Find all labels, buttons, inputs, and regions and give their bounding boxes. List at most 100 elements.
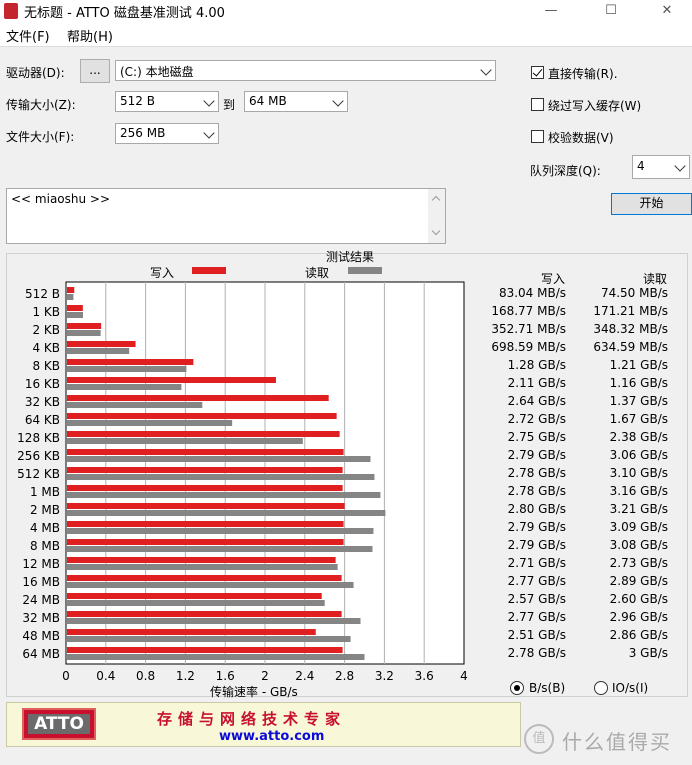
read-bar xyxy=(67,384,182,390)
y-tick-label: 48 MB xyxy=(22,629,60,643)
write-bar xyxy=(67,413,337,419)
write-value: 2.77 GB/s xyxy=(507,610,566,624)
read-bar xyxy=(67,618,361,624)
read-bar xyxy=(67,312,84,318)
x-tick-label: 4 xyxy=(460,669,468,683)
read-bar xyxy=(67,636,351,642)
read-value: 634.59 MB/s xyxy=(593,340,668,354)
read-bar xyxy=(67,600,325,606)
write-bar xyxy=(67,287,75,293)
read-bar xyxy=(67,546,373,552)
read-value: 3.06 GB/s xyxy=(609,448,668,462)
y-tick-label: 4 KB xyxy=(32,341,60,355)
write-value: 2.51 GB/s xyxy=(507,628,566,642)
read-bar xyxy=(67,366,187,372)
write-value: 2.78 GB/s xyxy=(507,484,566,498)
read-value: 2.89 GB/s xyxy=(609,574,668,588)
read-value: 2.96 GB/s xyxy=(609,610,668,624)
read-value: 1.67 GB/s xyxy=(609,412,668,426)
y-tick-label: 8 MB xyxy=(30,539,60,553)
write-value: 1.28 GB/s xyxy=(507,358,566,372)
x-tick-label: 0.4 xyxy=(96,669,115,683)
write-bar xyxy=(67,485,343,491)
read-bar xyxy=(67,582,354,588)
read-bar xyxy=(67,330,101,336)
radio-dot-icon xyxy=(514,685,520,691)
y-tick-label: 128 KB xyxy=(17,431,60,445)
write-bar xyxy=(67,521,344,527)
write-value: 2.11 GB/s xyxy=(507,376,566,390)
read-bar xyxy=(67,294,74,300)
read-bar xyxy=(67,492,381,498)
read-value: 3.08 GB/s xyxy=(609,538,668,552)
read-value: 3.16 GB/s xyxy=(609,484,668,498)
write-value: 2.79 GB/s xyxy=(507,520,566,534)
y-tick-label: 1 MB xyxy=(30,485,60,499)
write-value: 2.78 GB/s xyxy=(507,466,566,480)
x-tick-label: 3.6 xyxy=(415,669,434,683)
write-bar xyxy=(67,449,344,455)
x-tick-label: 2 xyxy=(261,669,269,683)
y-tick-label: 2 MB xyxy=(30,503,60,517)
y-tick-label: 16 KB xyxy=(25,377,60,391)
x-tick-label: 1.2 xyxy=(176,669,195,683)
write-value: 2.57 GB/s xyxy=(507,592,566,606)
atto-logo-text: ATTO xyxy=(28,714,90,734)
write-bar xyxy=(67,431,340,437)
banner-url[interactable]: www.atto.com xyxy=(219,729,324,744)
unit-io-radio[interactable] xyxy=(594,681,608,695)
write-bar xyxy=(67,377,276,383)
y-tick-label: 32 KB xyxy=(25,395,60,409)
read-bar xyxy=(67,456,371,462)
write-bar xyxy=(67,575,342,581)
y-tick-label: 1 KB xyxy=(32,305,60,319)
y-tick-label: 512 KB xyxy=(17,467,60,481)
unit-bytes-label: B/s(B) xyxy=(529,681,566,695)
read-value: 74.50 MB/s xyxy=(600,286,668,300)
write-bar xyxy=(67,539,344,545)
write-bar xyxy=(67,359,194,365)
y-tick-label: 256 KB xyxy=(17,449,60,463)
x-tick-label: 3.2 xyxy=(375,669,394,683)
read-value: 171.21 MB/s xyxy=(593,304,668,318)
read-value: 1.21 GB/s xyxy=(609,358,668,372)
write-value: 2.79 GB/s xyxy=(507,538,566,552)
x-tick-label: 2.4 xyxy=(295,669,314,683)
read-value: 1.37 GB/s xyxy=(609,394,668,408)
write-value: 2.72 GB/s xyxy=(507,412,566,426)
write-bar xyxy=(67,593,322,599)
unit-io-label: IO/s(I) xyxy=(612,681,649,695)
write-value: 2.79 GB/s xyxy=(507,448,566,462)
write-bar xyxy=(67,647,343,653)
read-value: 3.09 GB/s xyxy=(609,520,668,534)
write-value: 2.75 GB/s xyxy=(507,430,566,444)
write-value: 2.71 GB/s xyxy=(507,556,566,570)
write-bar xyxy=(67,395,329,401)
read-value: 2.73 GB/s xyxy=(609,556,668,570)
y-tick-label: 2 KB xyxy=(32,323,60,337)
read-bar xyxy=(67,510,386,516)
x-tick-label: 2.8 xyxy=(335,669,354,683)
read-bar xyxy=(67,420,233,426)
write-bar xyxy=(67,557,336,563)
watermark-icon: 值 xyxy=(524,724,554,754)
read-value: 1.16 GB/s xyxy=(609,376,668,390)
write-value: 2.78 GB/s xyxy=(507,646,566,660)
write-value: 83.04 MB/s xyxy=(498,286,566,300)
read-bar xyxy=(67,474,375,480)
write-value: 2.64 GB/s xyxy=(507,394,566,408)
unit-bytes-radio[interactable] xyxy=(510,681,524,695)
read-bar xyxy=(67,402,203,408)
x-tick-label: 1.6 xyxy=(216,669,235,683)
atto-logo: ATTO xyxy=(22,708,96,740)
write-bar xyxy=(67,305,83,311)
write-bar xyxy=(67,323,102,329)
write-bar xyxy=(67,503,345,509)
write-bar xyxy=(67,467,343,473)
y-tick-label: 12 MB xyxy=(22,557,60,571)
x-axis-label: 传输速率 - GB/s xyxy=(210,685,298,699)
write-bar xyxy=(67,611,342,617)
atto-banner[interactable]: ATTO 存储与网络技术专家 www.atto.com xyxy=(6,702,521,747)
read-value: 3.10 GB/s xyxy=(609,466,668,480)
y-tick-label: 8 KB xyxy=(32,359,60,373)
